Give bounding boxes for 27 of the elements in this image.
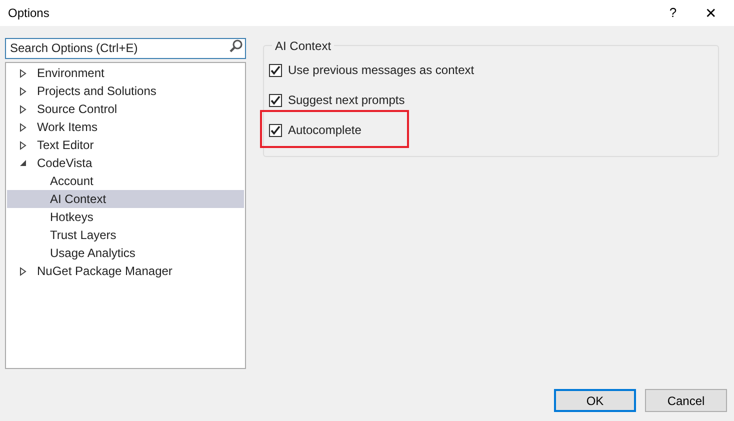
checkbox[interactable]: [269, 124, 282, 136]
tree-item[interactable]: NuGet Package Manager: [7, 262, 244, 280]
checkbox-label: Suggest next prompts: [288, 92, 405, 109]
checkbox-label: Autocomplete: [288, 122, 362, 139]
search-field[interactable]: Search Options (Ctrl+E): [5, 38, 246, 58]
tree-item[interactable]: AI Context: [7, 190, 244, 208]
tree-item[interactable]: Trust Layers: [7, 226, 244, 244]
search-icon[interactable]: [229, 39, 243, 53]
tree-item[interactable]: CodeVista: [7, 154, 244, 172]
tree-item[interactable]: Environment: [7, 64, 244, 82]
ok-button[interactable]: OK: [554, 389, 636, 412]
tree-item[interactable]: Hotkeys: [7, 208, 244, 226]
cancel-button[interactable]: Cancel: [645, 389, 727, 412]
expand-triangle-icon[interactable]: [19, 266, 27, 276]
close-button[interactable]: ✕: [688, 0, 734, 26]
tree-item[interactable]: Work Items: [7, 118, 244, 136]
window-title: Options: [8, 5, 50, 22]
help-button[interactable]: ?: [658, 0, 688, 26]
tree-item[interactable]: Usage Analytics: [7, 244, 244, 262]
tree-item[interactable]: Projects and Solutions: [7, 82, 244, 100]
checkbox-label: Use previous messages as context: [288, 62, 474, 79]
checkbox[interactable]: [269, 94, 282, 106]
tree-item[interactable]: Account: [7, 172, 244, 190]
tree-item[interactable]: Text Editor: [7, 136, 244, 154]
checkbox[interactable]: [269, 64, 282, 76]
tree-item[interactable]: Source Control: [7, 100, 244, 118]
collapse-triangle-icon[interactable]: [19, 158, 27, 168]
